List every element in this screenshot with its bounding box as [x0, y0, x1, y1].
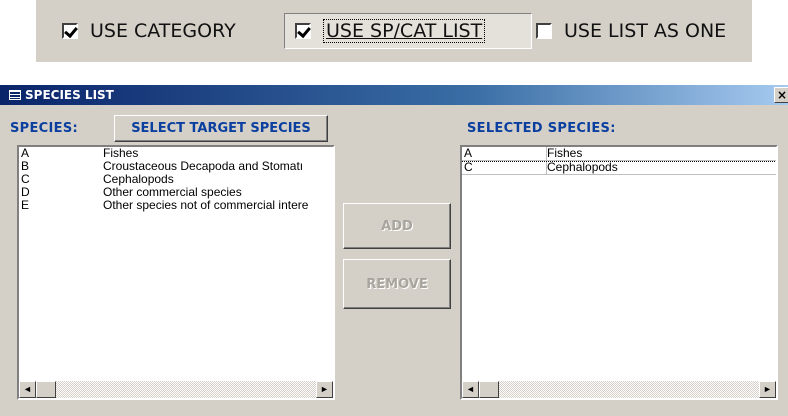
scroll-thumb[interactable]: [479, 381, 499, 398]
use-list-as-one-label: USE LIST AS ONE: [564, 20, 727, 42]
item-name: Cephalopods: [103, 173, 174, 186]
scroll-left-icon[interactable]: ◄: [462, 381, 479, 398]
window-title: SPECIES LIST: [25, 88, 114, 102]
species-hscrollbar[interactable]: ◄ ►: [19, 381, 333, 398]
scroll-right-icon[interactable]: ►: [316, 381, 333, 398]
item-name: Croustaceous Decapoda and Stomatı: [103, 160, 304, 173]
use-list-as-one-check-icon[interactable]: [536, 23, 552, 39]
use-category-checkbox[interactable]: USE CATEGORY: [62, 13, 236, 49]
item-name: Cephalopods: [547, 161, 618, 174]
remove-button[interactable]: REMOVE: [343, 259, 451, 309]
use-sp-cat-list-check-icon[interactable]: [295, 23, 311, 39]
item-code: C: [21, 172, 30, 186]
use-category-label: USE CATEGORY: [90, 20, 236, 42]
close-icon[interactable]: ×: [774, 87, 788, 103]
item-name: Fishes: [547, 147, 583, 160]
selected-rows: A Fishes C Cephalopods: [462, 147, 776, 175]
item-code: D: [21, 185, 30, 199]
species-label: SPECIES:: [10, 121, 78, 136]
species-rows: A Fishes B Croustaceous Decapoda and Stomat…: [19, 147, 333, 212]
add-button[interactable]: ADD: [343, 203, 451, 249]
scroll-thumb[interactable]: [36, 381, 56, 398]
scroll-right-icon[interactable]: ►: [759, 381, 776, 398]
use-sp-cat-list-checkbox[interactable]: USE SP/CAT LIST: [284, 13, 532, 49]
list-item[interactable]: E Other species not of commercial intere: [19, 199, 333, 212]
selected-species-listbox[interactable]: A Fishes C Cephalopods ◄ ►: [460, 145, 778, 400]
item-code: A: [21, 146, 30, 160]
scroll-left-icon[interactable]: ◄: [19, 381, 36, 398]
use-category-check-icon[interactable]: [62, 23, 78, 39]
list-item[interactable]: C Cephalopods: [462, 161, 776, 175]
list-item[interactable]: C Cephalopods: [19, 173, 333, 186]
item-code: A: [462, 147, 547, 160]
list-item[interactable]: A Fishes: [462, 147, 776, 162]
item-code: C: [462, 161, 547, 174]
list-item[interactable]: D Other commercial species: [19, 186, 333, 199]
species-listbox[interactable]: A Fishes B Croustaceous Decapoda and Stomat…: [17, 145, 335, 400]
use-sp-cat-list-label: USE SP/CAT LIST: [323, 19, 486, 43]
use-list-as-one-checkbox[interactable]: USE LIST AS ONE: [536, 13, 726, 49]
item-code: B: [21, 159, 30, 173]
filter-toolbar: USE CATEGORY USE SP/CAT LIST USE LIST AS…: [36, 0, 752, 62]
list-item[interactable]: B Croustaceous Decapoda and Stomatı: [19, 160, 333, 173]
item-name: Other commercial species: [103, 186, 242, 199]
window-titlebar: SPECIES LIST ×: [0, 85, 788, 105]
item-name: Fishes: [103, 147, 139, 160]
selected-hscrollbar[interactable]: ◄ ►: [462, 381, 776, 398]
selected-species-label: SELECTED SPECIES:: [467, 121, 616, 136]
list-item[interactable]: A Fishes: [19, 147, 333, 160]
form-icon: [9, 90, 21, 100]
species-list-window: SPECIES LIST × SPECIES: SELECT TARGET SP…: [0, 85, 788, 416]
item-name: Other species not of commercial intere: [103, 199, 309, 212]
item-code: E: [21, 198, 30, 212]
select-target-species-button[interactable]: SELECT TARGET SPECIES: [114, 115, 328, 142]
